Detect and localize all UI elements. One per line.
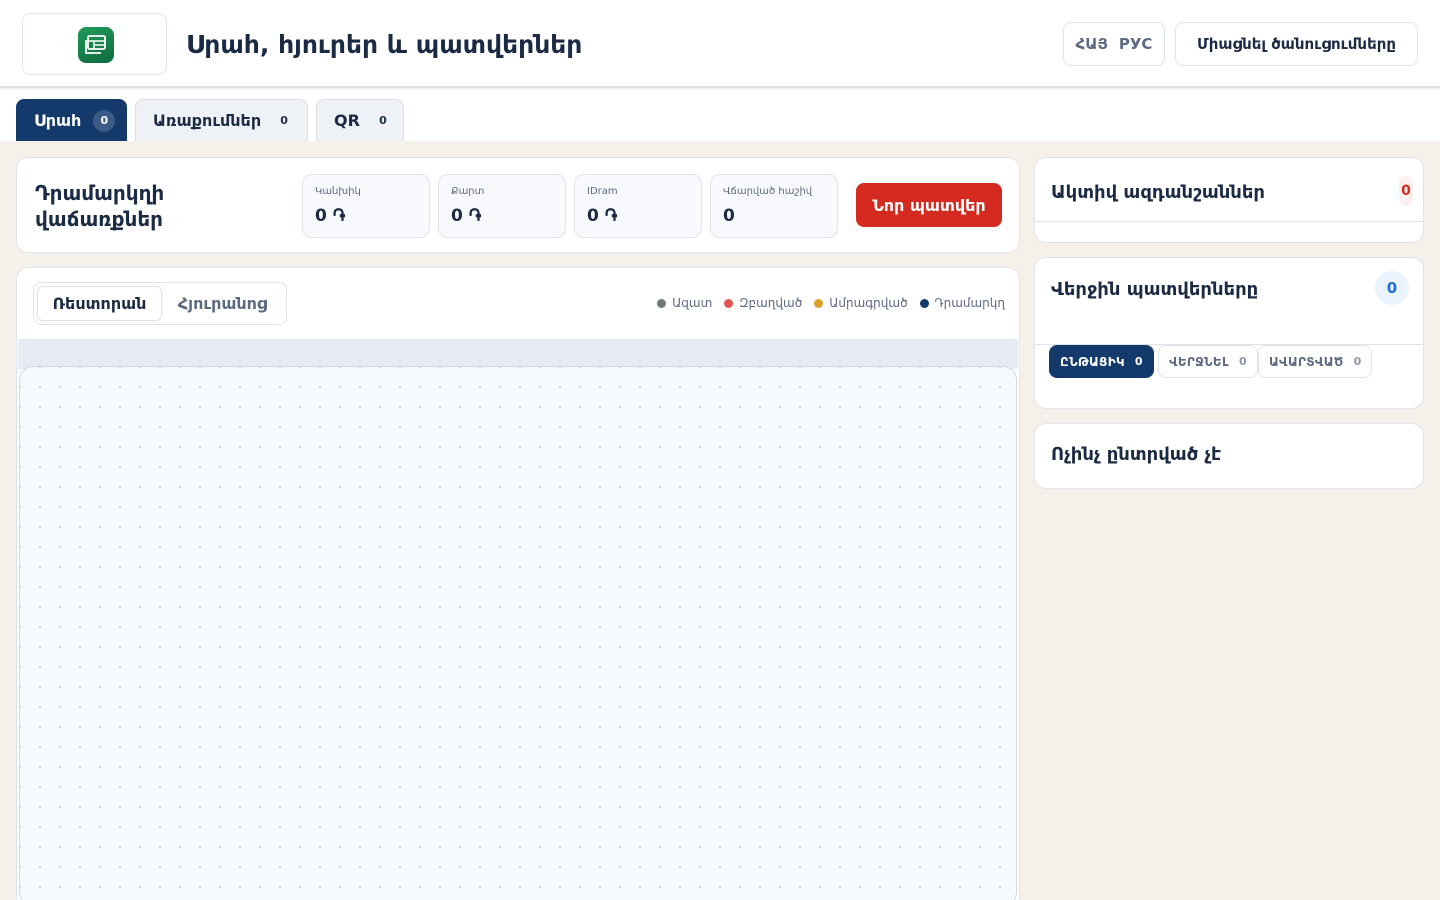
- filter-current-button[interactable]: ԸՆԹԱՑԻԿ 0: [1049, 345, 1154, 378]
- stat-label: IDram: [587, 186, 618, 197]
- stat-cash: Կանխիկ 0 ֏: [302, 174, 430, 238]
- stat-value: 0 ֏: [451, 206, 482, 226]
- filter-label: ԸՆԹԱՑԻԿ: [1060, 354, 1125, 369]
- stat-label: Կանխիկ: [315, 186, 361, 197]
- filter-completed-button[interactable]: ԱՎԱՐՏՎԱԾ 0: [1258, 345, 1373, 378]
- lang-hy-button[interactable]: ՀԱՅ: [1076, 35, 1108, 53]
- filter-finish-button[interactable]: ՎԵՐՋՆԵԼ 0: [1158, 345, 1258, 378]
- filter-count: 0: [1238, 355, 1247, 368]
- cash-sales-title: Դրամարկղի վաճառքներ: [35, 181, 165, 231]
- legend-dot: [919, 298, 929, 308]
- venue-switch: Ռեստորան Հյուրանոց: [33, 282, 287, 325]
- tab-label: Առաքումներ: [153, 111, 262, 130]
- recent-orders-title: Վերջին պատվերները: [1051, 279, 1259, 300]
- tab-hall[interactable]: Սրահ 0: [16, 99, 127, 141]
- legend-label: Ազատ: [672, 296, 713, 310]
- venue-restaurant-button[interactable]: Ռեստորան: [37, 286, 162, 321]
- venue-hotel-button[interactable]: Հյուրանոց: [162, 286, 283, 321]
- divider: [1035, 221, 1423, 222]
- legend-dot: [814, 298, 824, 308]
- stat-card: Քարտ 0 ֏: [438, 174, 566, 238]
- active-alerts-card: Ակտիվ ազդանշաններ 0: [1034, 157, 1424, 243]
- recent-orders-count-badge: 0: [1375, 271, 1409, 305]
- language-switch: ՀԱՅ РУС: [1063, 22, 1165, 66]
- stat-idram: IDram 0 ֏: [574, 174, 702, 238]
- stat-label: Վճարված հաշիվ: [723, 186, 813, 197]
- legend-dot: [724, 298, 734, 308]
- filter-count: 0: [1353, 355, 1362, 368]
- legend-free: Ազատ: [657, 296, 712, 310]
- cash-sales-card: Դրամարկղի վաճառքներ Կանխիկ 0 ֏ Քարտ 0 ֏ …: [16, 157, 1020, 253]
- floor-plan-card: Ռեստորան Հյուրանոց Ազատ Զբաղված Ամրագրվա…: [16, 267, 1020, 900]
- tab-qr[interactable]: QR 0: [316, 99, 404, 141]
- tab-count-badge: 0: [379, 114, 387, 127]
- table-grid-icon: [78, 27, 114, 63]
- legend-label: Ամրագրված: [829, 296, 908, 310]
- tab-deliveries[interactable]: Առաքումներ 0: [135, 99, 308, 141]
- page-title: Սրահ, հյուրեր և պատվերներ: [186, 30, 583, 59]
- legend-reserved: Ամրագրված: [814, 296, 908, 310]
- stat-value: 0 ֏: [315, 206, 346, 226]
- filter-count: 0: [1134, 355, 1143, 368]
- tab-count-badge: 0: [280, 114, 288, 127]
- stat-label: Քարտ: [451, 186, 485, 197]
- table-status-legend: Ազատ Զբաղված Ամրագրված Դրամարկղ: [657, 296, 1005, 310]
- lang-ru-button[interactable]: РУС: [1119, 35, 1153, 53]
- tab-label: QR: [334, 111, 360, 130]
- selection-card: Ոչինչ ընտրված չէ: [1034, 423, 1424, 489]
- tab-label: Սրահ: [34, 111, 82, 130]
- recent-orders-card: Վերջին պատվերները 0 ԸՆԹԱՑԻԿ 0 ՎԵՐՋՆԵԼ 0 …: [1034, 257, 1424, 409]
- alerts-count-badge: 0: [1399, 176, 1413, 206]
- stat-paid-bills: Վճարված հաշիվ 0: [710, 174, 838, 238]
- tab-count-badge: 0: [93, 109, 116, 132]
- enable-notifications-button[interactable]: Միացնել ծանուցումները: [1175, 22, 1418, 66]
- floor-toolbar-strip: [18, 339, 1018, 369]
- legend-dot: [657, 298, 667, 308]
- filter-label: ԱՎԱՐՏՎԱԾ: [1269, 354, 1344, 369]
- active-alerts-title: Ակտիվ ազդանշաններ: [1051, 182, 1265, 203]
- new-order-button[interactable]: Նոր պատվեր: [856, 183, 1002, 227]
- legend-label: Դրամարկղ: [934, 296, 1005, 310]
- selection-empty-label: Ոչինչ ընտրված չէ: [1051, 444, 1222, 465]
- stat-value: 0 ֏: [587, 206, 618, 226]
- legend-occupied: Զբաղված: [724, 296, 802, 310]
- app-header: Սրահ, հյուրեր և պատվերներ ՀԱՅ РУС Միացնե…: [0, 0, 1440, 88]
- stat-value: 0: [723, 206, 735, 226]
- main-tabs: Սրահ 0 Առաքումներ 0 QR 0: [0, 90, 1440, 141]
- legend-cashier: Դրամարկղ: [919, 296, 1005, 310]
- legend-label: Զբաղված: [739, 296, 803, 310]
- filter-label: ՎԵՐՋՆԵԼ: [1169, 354, 1229, 369]
- floor-plan-canvas[interactable]: [19, 366, 1017, 900]
- logo[interactable]: [22, 13, 167, 75]
